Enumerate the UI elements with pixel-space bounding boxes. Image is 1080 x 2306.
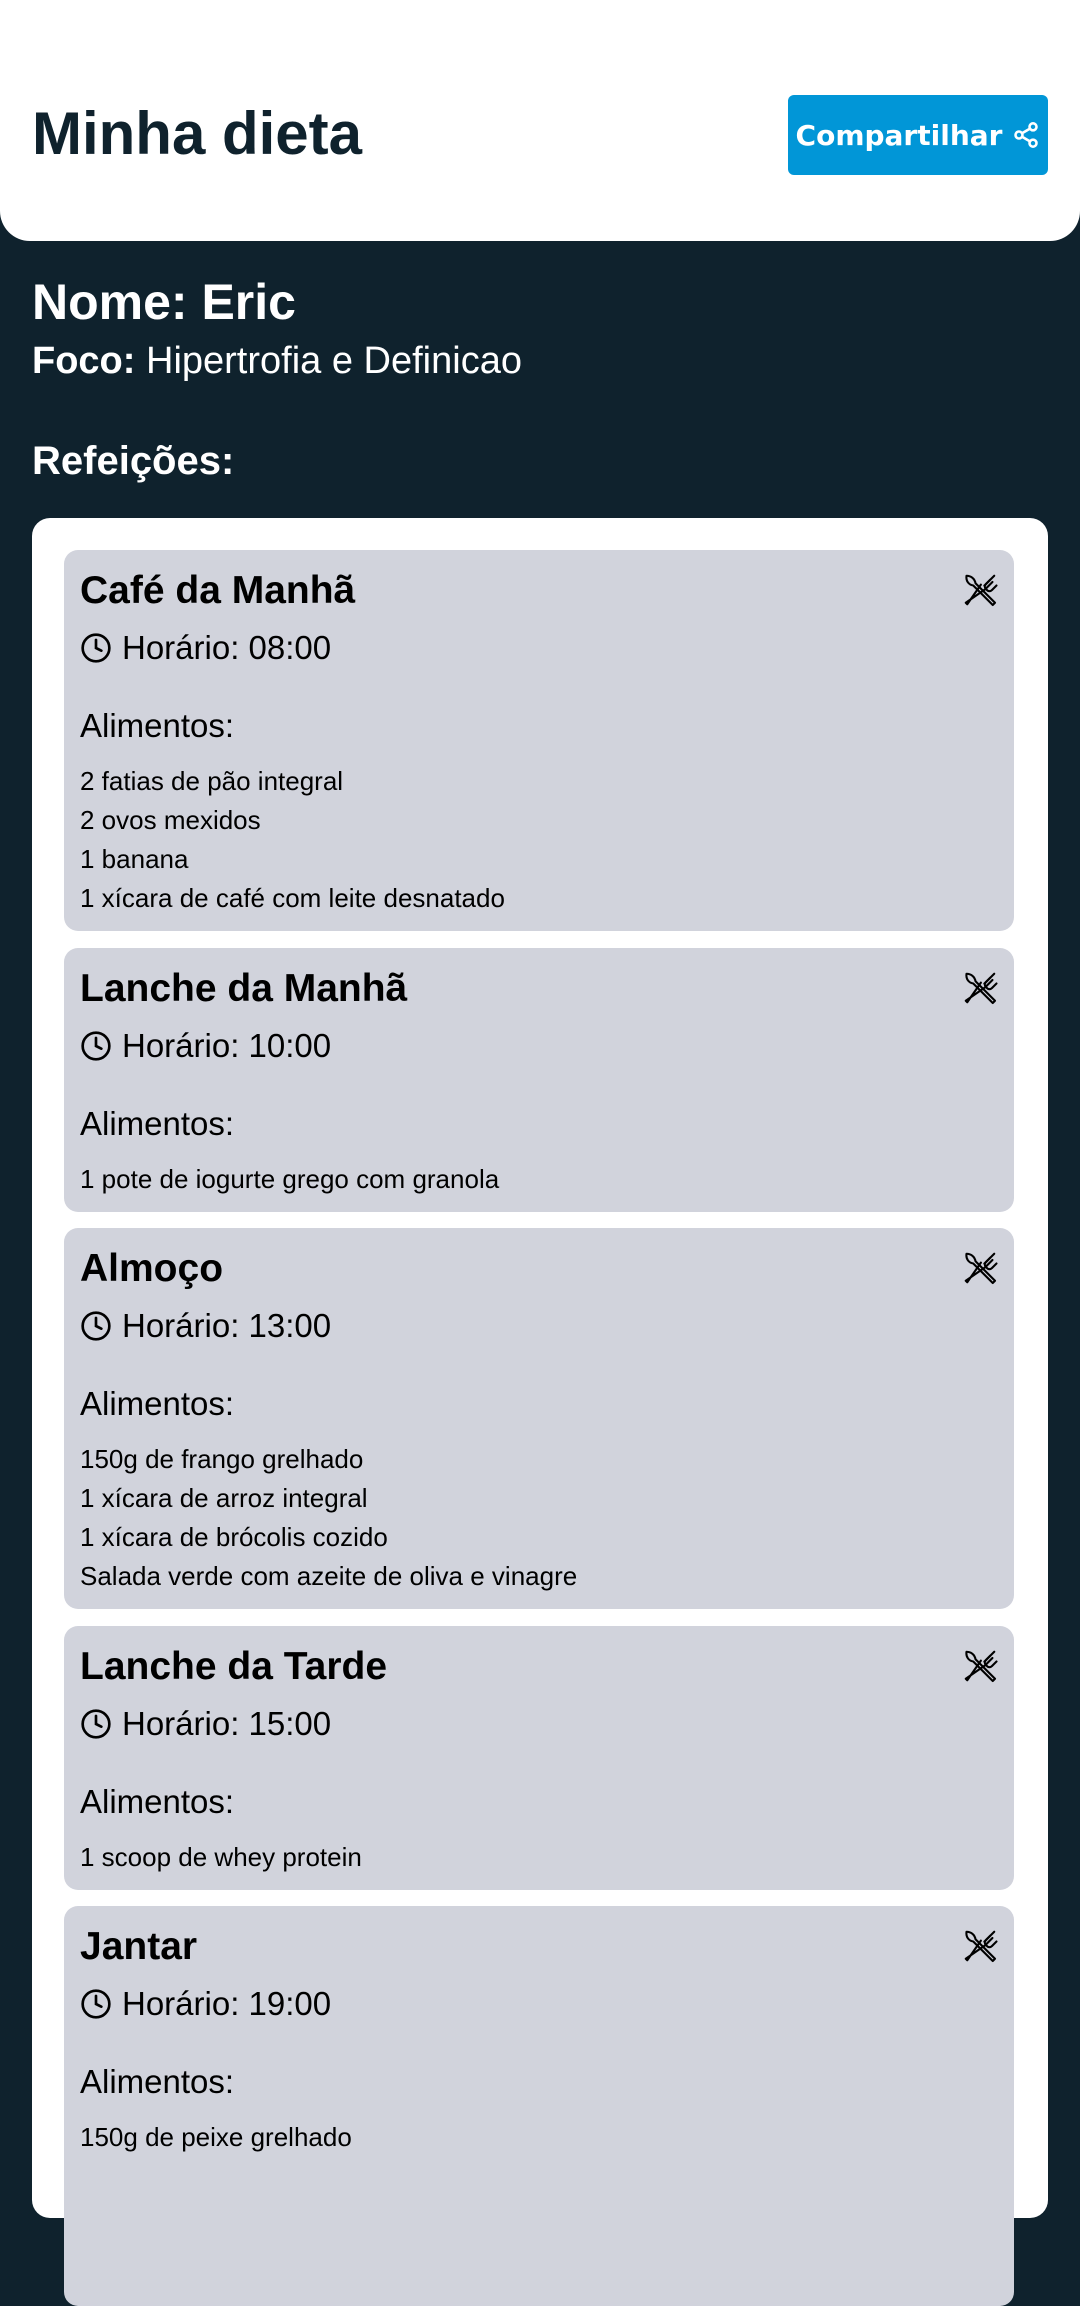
- clock-icon: [81, 1989, 111, 2019]
- app-header: Minha dieta Compartilhar: [0, 0, 1080, 241]
- foods-label: Alimentos:: [80, 2063, 235, 2100]
- food-item: 2 fatias de pão integral: [80, 766, 344, 796]
- clock-icon: [81, 1709, 111, 1739]
- food-item: Salada verde com azeite de oliva e vinag…: [80, 1561, 578, 1591]
- meals-panel: Café da Manhã Horário: 08:00 Alimentos: …: [32, 518, 1048, 2306]
- food-item: 150g de frango grelhado: [80, 1444, 364, 1474]
- focus-label: Foco:: [32, 340, 136, 382]
- meal-time: Horário: 19:00: [80, 1982, 331, 2026]
- cutlery-icon: [964, 1252, 998, 1285]
- food-item: 1 xícara de café com leite desnatado: [80, 883, 505, 913]
- food-item: 1 scoop de whey protein: [80, 1842, 362, 1872]
- food-item: 1 banana: [80, 844, 189, 874]
- foods-label: Alimentos:: [80, 1105, 235, 1142]
- cutlery-icon: [964, 972, 998, 1005]
- meal-card-1[interactable]: Café da Manhã Horário: 08:00 Alimentos: …: [64, 550, 1014, 931]
- page-title: Minha dieta: [32, 100, 363, 167]
- meal-time: Horário: 13:00: [80, 1304, 331, 1348]
- meal-time-text: Horário: 10:00: [122, 1027, 332, 1064]
- cutlery-icon: [964, 1650, 998, 1683]
- meal-card-4[interactable]: Lanche da Tarde Horário: 15:00 Alimentos…: [64, 1626, 1014, 1890]
- food-item: 1 xícara de brócolis cozido: [80, 1522, 388, 1552]
- meal-time: Horário: 15:00: [80, 1702, 331, 1746]
- meal-title: Lanche da Tarde: [80, 1645, 388, 1688]
- meals-heading: Refeições:: [32, 439, 235, 483]
- meal-title: Café da Manhã: [80, 569, 356, 612]
- meal-card-5[interactable]: Jantar Horário: 19:00 Alimentos: 150g de…: [64, 1906, 1014, 2306]
- cutlery-icon: [964, 574, 998, 607]
- profile-info: Nome: Eric Foco: Hipertrofia e Definicao: [32, 272, 522, 386]
- meal-time-text: Horário: 13:00: [122, 1307, 332, 1344]
- foods-label: Alimentos:: [80, 1385, 235, 1422]
- profile-name: Nome: Eric: [32, 274, 296, 330]
- share-icon: [1014, 122, 1039, 148]
- meal-time: Horário: 10:00: [80, 1024, 331, 1068]
- clock-icon: [81, 1031, 111, 1061]
- foods-label: Alimentos:: [80, 707, 235, 744]
- foods-label: Alimentos:: [80, 1783, 235, 1820]
- food-item: 1 xícara de arroz integral: [80, 1483, 368, 1513]
- meal-time: Horário: 08:00: [80, 626, 331, 670]
- clock-icon: [81, 1311, 111, 1341]
- foods-list: 2 fatias de pão integral 2 ovos mexidos 1 …: [80, 762, 505, 918]
- foods-list: 1 scoop de whey protein: [80, 1838, 362, 1877]
- food-item: 2 ovos mexidos: [80, 805, 261, 835]
- meal-time-text: Horário: 19:00: [122, 1985, 332, 2022]
- profile-focus: Foco: Hipertrofia e Definicao: [32, 336, 522, 386]
- foods-list: 150g de frango grelhado 1 xícara de arroz…: [80, 1440, 577, 1596]
- meal-title: Almoço: [80, 1247, 224, 1290]
- share-button[interactable]: Compartilhar: [788, 95, 1048, 175]
- food-item: 1 pote de iogurte grego com granola: [80, 1164, 500, 1194]
- meal-card-2[interactable]: Lanche da Manhã Horário: 10:00 Alimentos…: [64, 948, 1014, 1212]
- foods-list: 1 pote de iogurte grego com granola: [80, 1160, 499, 1199]
- meal-card-3[interactable]: Almoço Horário: 13:00 Alimentos: 150g de…: [64, 1228, 1014, 1609]
- cutlery-icon: [964, 1930, 998, 1963]
- meal-title: Jantar: [80, 1925, 198, 1968]
- meal-time-text: Horário: 15:00: [122, 1705, 332, 1742]
- meal-title: Lanche da Manhã: [80, 967, 408, 1010]
- focus-value: Hipertrofia e Definicao: [146, 340, 522, 382]
- clock-icon: [81, 633, 111, 663]
- meal-time-text: Horário: 08:00: [122, 629, 332, 666]
- share-button-label: Compartilhar: [795, 118, 1003, 152]
